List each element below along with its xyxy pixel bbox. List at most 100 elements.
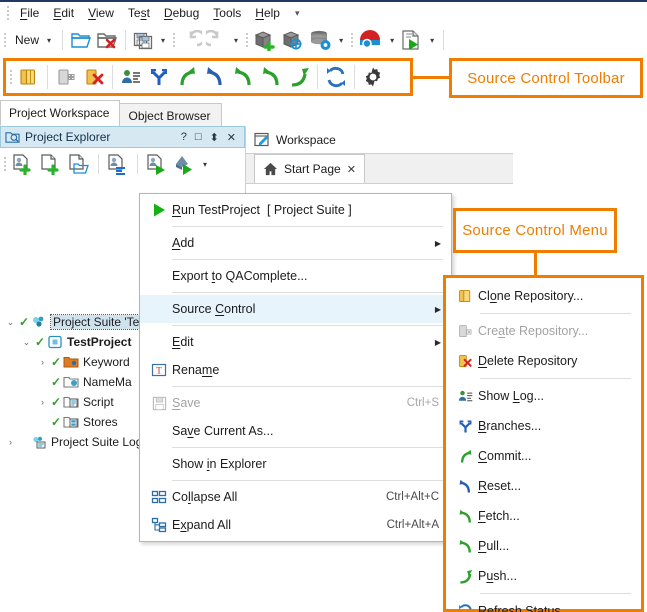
submenu-item-reset[interactable]: Reset... bbox=[446, 471, 641, 501]
chevron-down-icon[interactable]: ▾ bbox=[43, 36, 55, 45]
submenu-item-push[interactable]: Push... bbox=[446, 561, 641, 591]
commit-icon[interactable] bbox=[173, 64, 201, 90]
run-item-icon[interactable] bbox=[143, 151, 171, 177]
push-icon[interactable] bbox=[285, 64, 313, 90]
show-log-icon[interactable] bbox=[117, 64, 145, 90]
menu-test[interactable]: Test bbox=[121, 4, 157, 22]
tab-start-page[interactable]: Start Page ✕ bbox=[254, 154, 365, 183]
expander-icon[interactable]: ⌄ bbox=[4, 317, 17, 328]
save-all-icon[interactable] bbox=[131, 27, 157, 53]
chevron-down-icon[interactable]: ▾ bbox=[335, 36, 347, 45]
submenu-item-delete-repository[interactable]: Delete Repository bbox=[446, 346, 641, 376]
menu-separator bbox=[172, 292, 443, 293]
chevron-down-icon[interactable]: ▾ bbox=[199, 160, 211, 169]
undo-icon[interactable] bbox=[178, 27, 204, 53]
menu-bar-grip[interactable] bbox=[3, 5, 13, 21]
menu-item-expand-all[interactable]: Expand All Ctrl+Alt+A bbox=[140, 511, 451, 539]
menu-edit[interactable]: Edit bbox=[46, 4, 81, 22]
close-button[interactable]: ✕ bbox=[223, 131, 240, 144]
home-icon bbox=[263, 162, 278, 176]
toolbar-grip[interactable] bbox=[242, 30, 251, 50]
source-control-toolbar-grip[interactable] bbox=[6, 67, 15, 87]
redo-icon[interactable] bbox=[204, 27, 230, 53]
submenu-item-refresh-status[interactable]: Refresh Status bbox=[446, 596, 641, 612]
submenu-item-fetch[interactable]: Fetch... bbox=[446, 501, 641, 531]
delete-repository-icon bbox=[452, 353, 478, 370]
submenu-item-clone-repository[interactable]: Clone Repository... bbox=[446, 281, 641, 311]
panel-toolbar-grip[interactable] bbox=[0, 154, 9, 174]
item-properties-icon[interactable] bbox=[104, 151, 132, 177]
project-explorer-title: Project Explorer bbox=[25, 130, 177, 144]
tab-project-workspace[interactable]: Project Workspace bbox=[0, 100, 120, 126]
workspace-icon bbox=[254, 132, 270, 147]
toolbar-separator bbox=[443, 30, 444, 50]
add-test-icon[interactable] bbox=[251, 27, 279, 53]
refresh-status-icon[interactable] bbox=[322, 64, 350, 90]
menu-item-source-control[interactable]: Source Control ▶ bbox=[140, 295, 451, 323]
data-settings-icon[interactable] bbox=[307, 27, 335, 53]
menu-item-show-in-explorer[interactable]: Show in Explorer bbox=[140, 450, 451, 478]
menu-item-edit[interactable]: Edit ▶ bbox=[140, 328, 451, 356]
object-spy-icon[interactable] bbox=[279, 27, 307, 53]
menu-file[interactable]: File bbox=[13, 4, 46, 22]
record-icon[interactable] bbox=[356, 27, 386, 53]
menu-item-add[interactable]: Add ▶ bbox=[140, 229, 451, 257]
menu-item-rename[interactable]: T Rename bbox=[140, 356, 451, 384]
expander-icon[interactable]: › bbox=[36, 397, 49, 407]
menu-overflow-icon[interactable]: ▾ bbox=[289, 8, 306, 19]
menu-item-export-to-qacomplete[interactable]: Export to QAComplete... bbox=[140, 262, 451, 290]
menu-item-save-current-as[interactable]: Save Current As... bbox=[140, 417, 451, 445]
expander-icon[interactable]: › bbox=[36, 357, 49, 367]
menu-item-label: Source Control bbox=[172, 302, 435, 316]
close-project-icon[interactable] bbox=[94, 27, 120, 53]
main-toolbar-grip[interactable] bbox=[0, 30, 9, 50]
save-icon bbox=[146, 396, 172, 411]
menu-tools[interactable]: Tools bbox=[206, 4, 248, 22]
editor-tab-strip: Start Page ✕ bbox=[246, 154, 513, 184]
branches-icon[interactable] bbox=[145, 64, 173, 90]
tab-object-browser[interactable]: Object Browser bbox=[119, 103, 221, 126]
maximize-button[interactable]: □ bbox=[191, 131, 206, 143]
clone-repository-icon[interactable] bbox=[15, 64, 43, 90]
add-existing-item-icon[interactable] bbox=[9, 151, 37, 177]
run-icon[interactable] bbox=[398, 27, 426, 53]
submenu-item-show-log[interactable]: Show Log... bbox=[446, 381, 641, 411]
expander-icon[interactable]: ⌄ bbox=[20, 337, 33, 348]
tree-node-label: TestProject bbox=[67, 335, 131, 349]
menu-help[interactable]: Help bbox=[248, 4, 287, 22]
menu-item-collapse-all[interactable]: Collapse All Ctrl+Alt+C bbox=[140, 483, 451, 511]
expander-icon[interactable]: › bbox=[4, 437, 17, 447]
create-repository-icon[interactable] bbox=[52, 64, 80, 90]
menu-bar: File Edit View Test Debug Tools Help ▾ bbox=[0, 2, 647, 24]
help-button[interactable]: ? bbox=[177, 131, 191, 143]
chevron-down-icon[interactable]: ▾ bbox=[386, 36, 398, 45]
delete-repository-icon[interactable] bbox=[80, 64, 108, 90]
settings-icon[interactable] bbox=[359, 64, 387, 90]
close-icon[interactable]: ✕ bbox=[347, 163, 356, 176]
run-project-icon[interactable] bbox=[171, 151, 199, 177]
submenu-item-label: Pull... bbox=[478, 539, 635, 553]
fetch-icon[interactable] bbox=[229, 64, 257, 90]
chevron-down-icon[interactable]: ▾ bbox=[157, 36, 169, 45]
submenu-item-label: Clone Repository... bbox=[478, 289, 635, 303]
chevron-down-icon[interactable]: ▾ bbox=[230, 36, 242, 45]
toolbar-grip[interactable] bbox=[169, 30, 178, 50]
pull-icon[interactable] bbox=[257, 64, 285, 90]
menu-item-save: Save Ctrl+S bbox=[140, 389, 451, 417]
menu-view[interactable]: View bbox=[81, 4, 121, 22]
open-project-icon[interactable] bbox=[68, 27, 94, 53]
submenu-item-branches[interactable]: Branches... bbox=[446, 411, 641, 441]
toolbar-grip[interactable] bbox=[347, 30, 356, 50]
new-button[interactable]: New ▾ bbox=[9, 27, 57, 53]
reset-icon bbox=[452, 478, 478, 495]
menu-item-label: Export to QAComplete... bbox=[172, 269, 445, 283]
menu-item-run-testproject[interactable]: Run TestProject [ Project Suite ] bbox=[140, 196, 451, 224]
submenu-item-commit[interactable]: Commit... bbox=[446, 441, 641, 471]
open-item-icon[interactable] bbox=[65, 151, 93, 177]
pin-button[interactable]: ⬍ bbox=[206, 131, 223, 144]
menu-debug[interactable]: Debug bbox=[157, 4, 206, 22]
submenu-item-pull[interactable]: Pull... bbox=[446, 531, 641, 561]
new-item-icon[interactable] bbox=[37, 151, 65, 177]
reset-icon[interactable] bbox=[201, 64, 229, 90]
chevron-down-icon[interactable]: ▾ bbox=[426, 36, 438, 45]
